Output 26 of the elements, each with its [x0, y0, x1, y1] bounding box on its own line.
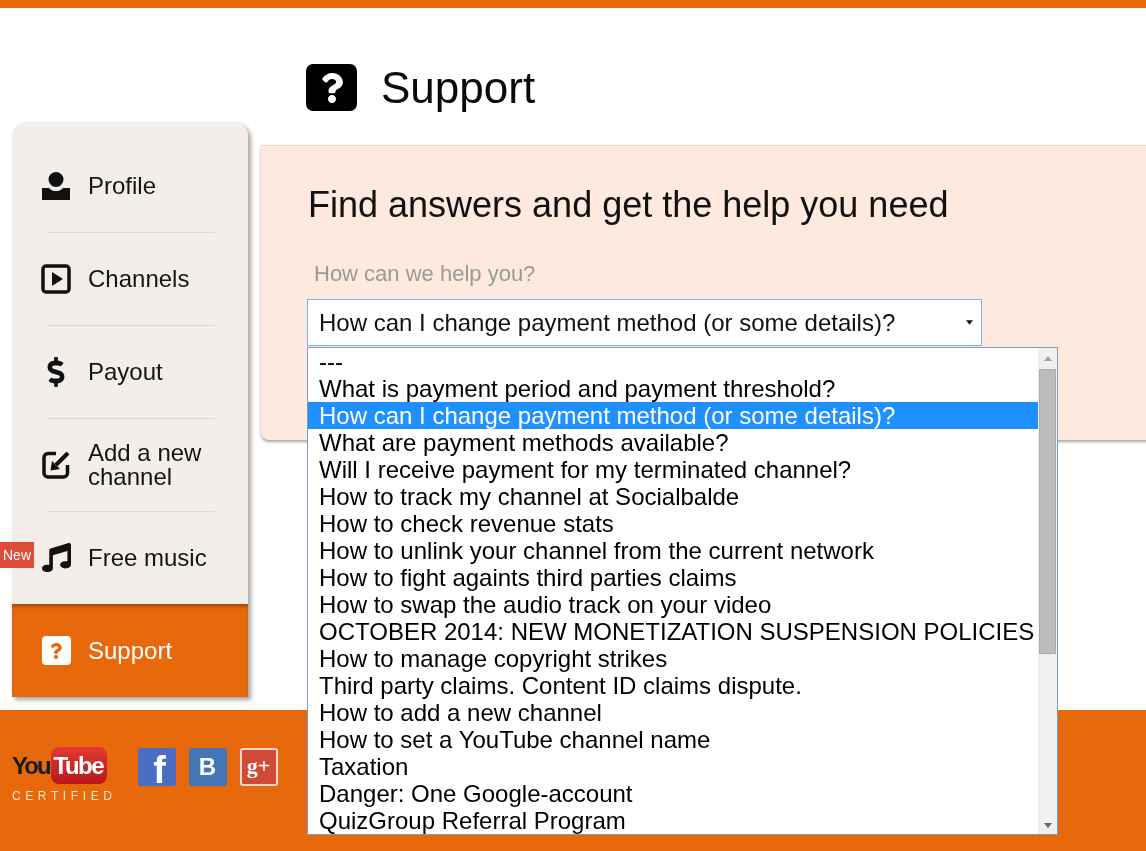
- music-note-icon: [41, 543, 71, 572]
- scroll-up-icon[interactable]: [1043, 355, 1052, 361]
- dropdown-arrow-icon: [966, 320, 973, 325]
- person-icon: [41, 171, 71, 200]
- play-square-icon: [41, 263, 71, 294]
- question-label: How can we help you?: [313, 261, 536, 287]
- sidebar-item[interactable]: Channels: [12, 232, 248, 325]
- scroll-down-icon[interactable]: [1043, 822, 1052, 828]
- google-plus-link[interactable]: g+: [239, 748, 278, 786]
- page-title: Support: [381, 64, 536, 112]
- sidebar-item[interactable]: Add a new channel: [12, 418, 248, 511]
- scrollbar[interactable]: [1038, 348, 1057, 834]
- question-select[interactable]: How can I change payment method (or some details)?: [307, 299, 982, 346]
- logo-caption: CERTIFIED: [12, 789, 117, 803]
- help-icon: [306, 64, 357, 111]
- panel-heading: Find answers and get the help you need: [308, 184, 950, 226]
- logo-text: You: [12, 751, 50, 781]
- sidebar-item[interactable]: Profile: [12, 139, 248, 232]
- help-icon: [41, 636, 71, 665]
- logo-badge: Tube: [50, 747, 108, 784]
- sidebar-item[interactable]: Payout: [12, 325, 248, 418]
- vk-link[interactable]: B: [188, 748, 227, 786]
- box-arrow-icon: [41, 449, 71, 480]
- scrollbar-thumb[interactable]: [1039, 369, 1056, 654]
- facebook-link[interactable]: f: [137, 748, 176, 786]
- new-badge: New: [0, 542, 34, 568]
